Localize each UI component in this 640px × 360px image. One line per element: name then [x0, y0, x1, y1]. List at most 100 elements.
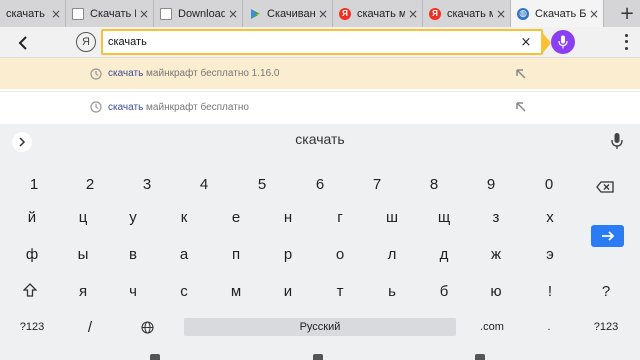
- key[interactable]: к: [164, 203, 204, 231]
- tab-title: Download: [178, 7, 225, 20]
- slash-key[interactable]: /: [70, 313, 110, 341]
- shift-icon: [23, 283, 37, 297]
- microphone-icon[interactable]: [611, 132, 623, 150]
- key[interactable]: 5: [242, 170, 282, 198]
- clear-icon[interactable]: ×: [518, 33, 534, 51]
- search-input[interactable]: [108, 31, 508, 53]
- key[interactable]: ы: [63, 240, 103, 268]
- key[interactable]: ь: [372, 277, 412, 305]
- key[interactable]: 0: [529, 170, 569, 198]
- key[interactable]: о: [320, 240, 360, 268]
- key[interactable]: !: [530, 277, 570, 305]
- omnibox[interactable]: [101, 29, 551, 55]
- tab-close-icon[interactable]: ×: [51, 7, 61, 21]
- on-screen-keyboard: скачать 1234567890 йцукенгшщзх фывапролджэ…: [0, 124, 640, 360]
- back-button[interactable]: [12, 32, 34, 54]
- key[interactable]: 7: [357, 170, 397, 198]
- backspace-key[interactable]: [585, 173, 625, 201]
- voice-search-button[interactable]: [551, 30, 575, 54]
- yandex-icon: Я: [339, 7, 351, 20]
- nav-home-icon[interactable]: [313, 354, 323, 360]
- key[interactable]: ш: [372, 203, 412, 231]
- tab-1[interactable]: скачать м ×: [0, 0, 66, 27]
- tab-2[interactable]: Скачать Б ×: [66, 0, 154, 27]
- symbols-key[interactable]: ?123: [586, 313, 626, 341]
- key[interactable]: д: [424, 240, 464, 268]
- globe-icon: ◍: [517, 7, 529, 20]
- space-bar[interactable]: Русский: [184, 318, 456, 336]
- tab-close-icon[interactable]: ×: [318, 7, 328, 21]
- arrow-up-left-icon[interactable]: [514, 67, 528, 81]
- document-icon: [72, 7, 84, 20]
- key[interactable]: 3: [127, 170, 167, 198]
- key[interactable]: щ: [424, 203, 464, 231]
- suggestion-item[interactable]: скачать майнкрафт бесплатно: [0, 91, 640, 122]
- key[interactable]: 9: [471, 170, 511, 198]
- tab-title: скачать м: [357, 7, 405, 20]
- key[interactable]: в: [113, 240, 153, 268]
- key[interactable]: с: [164, 277, 204, 305]
- yandex-button[interactable]: Я: [76, 32, 96, 52]
- key[interactable]: н: [268, 203, 308, 231]
- key[interactable]: 1: [14, 170, 54, 198]
- key[interactable]: г: [320, 203, 360, 231]
- tab-7-active[interactable]: ◍ Скачать Б ×: [511, 0, 604, 27]
- key[interactable]: ц: [63, 203, 103, 231]
- tab-4[interactable]: Скачиван ×: [243, 0, 333, 27]
- backspace-icon: [596, 181, 614, 193]
- microphone-icon: [558, 35, 568, 49]
- navigation-bar: [0, 353, 640, 360]
- tab-strip: скачать м × Скачать Б × Download × Скачи…: [0, 0, 640, 27]
- key[interactable]: л: [372, 240, 412, 268]
- keyboard-candidate[interactable]: скачать: [220, 131, 420, 147]
- history-icon: [90, 67, 102, 80]
- key[interactable]: е: [216, 203, 256, 231]
- tab-close-icon[interactable]: ×: [496, 7, 506, 21]
- key[interactable]: м: [216, 277, 256, 305]
- key[interactable]: х: [530, 203, 570, 231]
- key[interactable]: т: [320, 277, 360, 305]
- key[interactable]: я: [63, 277, 103, 305]
- key[interactable]: 8: [414, 170, 454, 198]
- key[interactable]: п: [216, 240, 256, 268]
- key[interactable]: ю: [476, 277, 516, 305]
- shift-key[interactable]: [10, 276, 50, 304]
- arrow-right-icon: [601, 231, 614, 241]
- new-tab-button[interactable]: +: [614, 0, 640, 27]
- nav-back-icon[interactable]: [150, 354, 160, 360]
- suggestion-item[interactable]: скачать майнкрафт бесплатно 1.16.0: [0, 58, 640, 89]
- dot-key[interactable]: .: [529, 313, 569, 341]
- key[interactable]: а: [164, 240, 204, 268]
- key[interactable]: б: [424, 277, 464, 305]
- keyboard-expand-button[interactable]: [12, 132, 32, 152]
- tab-close-icon[interactable]: ×: [408, 7, 418, 21]
- menu-icon[interactable]: [622, 32, 630, 52]
- key[interactable]: 2: [70, 170, 110, 198]
- language-key[interactable]: [127, 313, 167, 341]
- key[interactable]: э: [530, 240, 570, 268]
- tab-close-icon[interactable]: ×: [139, 7, 149, 21]
- nav-recents-icon[interactable]: [475, 354, 485, 360]
- history-icon: [90, 101, 102, 113]
- key[interactable]: у: [113, 203, 153, 231]
- symbols-key[interactable]: ?123: [12, 313, 52, 341]
- arrow-up-left-icon[interactable]: [514, 100, 528, 114]
- tab-close-icon[interactable]: ×: [589, 7, 599, 21]
- key[interactable]: 6: [300, 170, 340, 198]
- key[interactable]: р: [268, 240, 308, 268]
- tab-3[interactable]: Download ×: [154, 0, 243, 27]
- key[interactable]: й: [12, 203, 52, 231]
- tab-close-icon[interactable]: ×: [228, 7, 238, 21]
- enter-key[interactable]: [591, 225, 624, 247]
- tab-6[interactable]: Я скачать м ×: [423, 0, 511, 27]
- key[interactable]: и: [268, 277, 308, 305]
- key[interactable]: ж: [476, 240, 516, 268]
- tab-5[interactable]: Я скачать м ×: [333, 0, 423, 27]
- key[interactable]: ч: [113, 277, 153, 305]
- key[interactable]: ?: [586, 277, 626, 305]
- suggestion-query: скачать: [108, 101, 144, 113]
- key[interactable]: з: [476, 203, 516, 231]
- dotcom-key[interactable]: .com: [472, 313, 512, 341]
- key[interactable]: 4: [184, 170, 224, 198]
- key[interactable]: ф: [12, 240, 52, 268]
